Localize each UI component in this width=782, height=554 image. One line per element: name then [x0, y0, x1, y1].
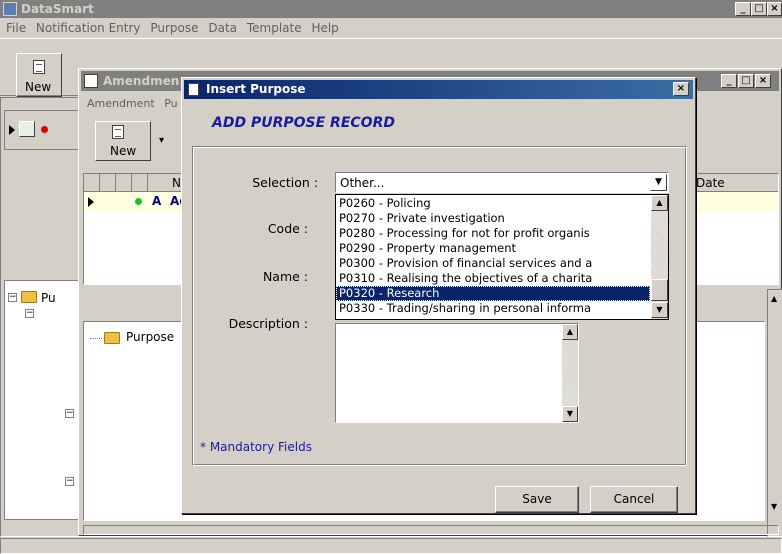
- amendment-new-dropdown-icon[interactable]: ▾: [159, 135, 164, 146]
- dialog-title-bar: Insert Purpose ×: [184, 80, 693, 99]
- left-tree-panel: − Pu − − −: [4, 280, 80, 520]
- description-scroll-up-icon[interactable]: ▲: [562, 324, 578, 340]
- app-new-button[interactable]: New: [16, 53, 62, 97]
- record-pointer-icon: [9, 125, 15, 135]
- amendment-new-icon: [112, 125, 124, 139]
- list-item[interactable]: P0310 - Realising the objectives of a ch…: [336, 271, 650, 286]
- selection-dropdown-button[interactable]: ▼: [650, 174, 667, 191]
- description-label: Description :: [228, 316, 308, 331]
- app-minimize-button[interactable]: _: [735, 2, 751, 16]
- list-item[interactable]: P0330 - Trading/sharing in personal info…: [336, 301, 650, 316]
- tree-connector: [90, 338, 102, 339]
- record-view-icon[interactable]: [19, 121, 35, 137]
- app-title: DataSmart: [21, 2, 94, 16]
- description-scrollbar[interactable]: ▲ ▼: [562, 324, 578, 422]
- scroll-up-arrow-icon[interactable]: ▲: [771, 294, 777, 303]
- dialog-title: Insert Purpose: [206, 82, 306, 96]
- row-status-green-icon: [135, 198, 142, 205]
- description-scroll-down-icon[interactable]: ▼: [562, 406, 578, 422]
- menu-notification-entry[interactable]: Notification Entry: [36, 21, 141, 35]
- description-textarea[interactable]: ▲ ▼: [335, 323, 579, 423]
- tree-node-expand-icon-1[interactable]: −: [65, 409, 74, 418]
- dropdown-scroll-up-icon[interactable]: ▲: [651, 195, 668, 211]
- list-item[interactable]: P0270 - Private investigation: [336, 211, 650, 226]
- dialog-heading: ADD PURPOSE RECORD: [212, 115, 395, 131]
- selection-value: Other...: [340, 176, 385, 190]
- insert-purpose-dialog: Insert Purpose × ADD PURPOSE RECORD Sele…: [181, 77, 696, 514]
- row-status-text: A: [152, 194, 162, 208]
- save-button[interactable]: Save: [495, 486, 579, 513]
- selection-dropdown-list[interactable]: P0260 - Policing P0270 - Private investi…: [335, 194, 669, 320]
- tree-child-expand-icon[interactable]: −: [25, 309, 34, 318]
- list-item[interactable]: P0260 - Policing: [336, 196, 650, 211]
- app-close-button[interactable]: ×: [767, 2, 782, 16]
- cancel-button[interactable]: Cancel: [590, 486, 678, 513]
- record-status-red-icon: [41, 126, 48, 133]
- list-item[interactable]: P0290 - Property management: [336, 241, 650, 256]
- amendment-menu-pu[interactable]: Pu: [164, 97, 177, 110]
- amendment-close-button[interactable]: ×: [755, 74, 771, 88]
- tree-root-folder-icon: [21, 291, 37, 303]
- tree-root-label[interactable]: Pu: [41, 291, 56, 305]
- selection-label: Selection :: [252, 175, 318, 190]
- scroll-down-arrow-icon[interactable]: ▼: [771, 502, 777, 511]
- amendment-title: Amendmen: [103, 74, 180, 88]
- selection-combobox[interactable]: Other... ▼: [335, 172, 669, 193]
- amendment-maximize-button[interactable]: □: [738, 74, 754, 88]
- menu-file[interactable]: File: [6, 21, 26, 35]
- app-new-label: New: [25, 80, 52, 94]
- row-pointer-icon: [88, 197, 94, 207]
- amendment-window-icon: [84, 74, 98, 88]
- tree-node-expand-icon-2[interactable]: −: [65, 477, 74, 486]
- code-label: Code :: [267, 221, 308, 236]
- list-item[interactable]: P0300 - Provision of financial services …: [336, 256, 650, 271]
- tree-root-expand-icon[interactable]: −: [8, 293, 17, 302]
- app-menu-bar: File Notification Entry Purpose Data Tem…: [0, 18, 782, 38]
- grid-header-date[interactable]: Date: [696, 176, 725, 190]
- list-item-selected[interactable]: P0320 - Research: [336, 286, 650, 301]
- amendment-new-label: New: [110, 144, 137, 158]
- amendment-new-button[interactable]: New: [95, 121, 151, 161]
- amendment-menu-bar: Amendment Pu: [87, 97, 184, 110]
- dropdown-scrollbar[interactable]: ▲ ▼: [651, 195, 668, 319]
- selection-options: P0260 - Policing P0270 - Private investi…: [336, 196, 650, 316]
- mandatory-fields-note: * Mandatory Fields: [200, 440, 312, 454]
- amendment-status-bar: [83, 525, 779, 535]
- list-item[interactable]: P0280 - Processing for not for profit or…: [336, 226, 650, 241]
- app-status-bar: [0, 538, 782, 554]
- amendment-minimize-button[interactable]: _: [721, 74, 737, 88]
- dropdown-scroll-thumb[interactable]: [651, 279, 668, 301]
- app-icon: [3, 2, 17, 16]
- amendment-menu-amendment[interactable]: Amendment: [87, 97, 155, 110]
- dialog-close-button[interactable]: ×: [673, 82, 689, 96]
- dialog-window-icon: [188, 83, 199, 96]
- menu-purpose[interactable]: Purpose: [150, 21, 198, 35]
- left-side-panel: [4, 110, 80, 150]
- purpose-folder-icon: [104, 332, 120, 344]
- app-title-bar: DataSmart _ □ ×: [0, 0, 782, 18]
- new-document-icon: [33, 60, 45, 74]
- dropdown-scroll-down-icon[interactable]: ▼: [651, 302, 668, 318]
- menu-help[interactable]: Help: [311, 21, 338, 35]
- name-label: Name :: [262, 269, 308, 284]
- menu-data[interactable]: Data: [208, 21, 237, 35]
- menu-template[interactable]: Template: [247, 21, 302, 35]
- purpose-tree-label[interactable]: Purpose: [126, 330, 174, 344]
- app-maximize-button[interactable]: □: [751, 2, 767, 16]
- right-scroll-panel: ▲ ▼: [767, 289, 782, 537]
